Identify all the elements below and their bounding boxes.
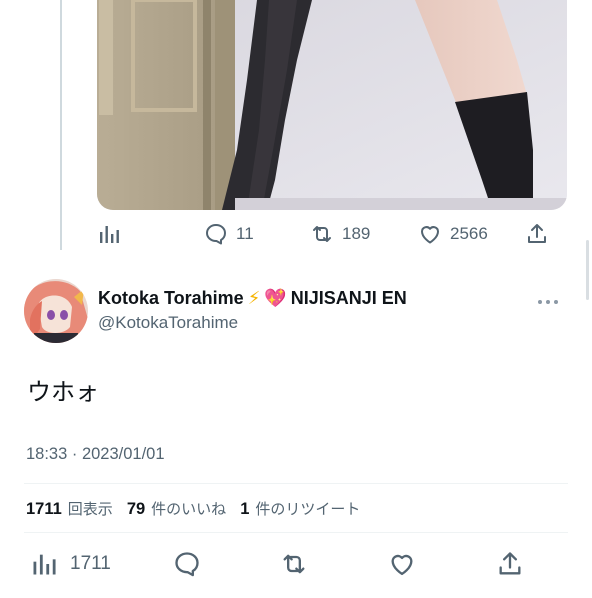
avatar-image xyxy=(24,279,88,343)
tweet-photo[interactable] xyxy=(97,0,567,210)
retweets-count[interactable]: 1 xyxy=(240,500,249,519)
tweet-actions: 1711 xyxy=(30,546,560,582)
tweet-timestamp[interactable]: 18:33 · 2023/01/01 xyxy=(26,445,165,464)
divider xyxy=(24,532,568,533)
share-icon xyxy=(499,552,521,575)
author-name-line[interactable]: Kotoka Torahime ⚡ 💖 NIJISANJI EN xyxy=(98,288,407,309)
retweet-count: 189 xyxy=(342,224,371,243)
divider xyxy=(24,483,568,484)
author-handle[interactable]: @KotokaTorahime xyxy=(98,313,238,333)
retweet-button[interactable]: 189 xyxy=(310,218,370,250)
like-count: 2566 xyxy=(450,224,488,243)
heart-icon xyxy=(391,554,413,576)
sparkling-heart-icon: 💖 xyxy=(264,288,287,308)
likes-label[interactable]: 件のいいね xyxy=(151,498,226,519)
prev-tweet-actions: 11 189 2566 xyxy=(97,218,557,250)
views-button[interactable]: 1711 xyxy=(30,546,111,582)
views-label: 回表示 xyxy=(67,501,113,518)
reply-icon xyxy=(175,552,199,577)
bar-chart-icon xyxy=(100,226,119,243)
views-count: 1711 xyxy=(70,553,111,574)
heart-icon xyxy=(421,226,439,244)
retweet-button[interactable] xyxy=(280,546,308,582)
like-button[interactable] xyxy=(388,546,416,582)
views-button[interactable] xyxy=(97,218,121,250)
lightning-icon: ⚡ xyxy=(247,288,261,308)
bar-chart-icon xyxy=(33,554,56,575)
more-options-icon[interactable] xyxy=(538,297,568,307)
share-button[interactable] xyxy=(496,546,524,582)
likes-count[interactable]: 79 xyxy=(127,500,145,519)
photo-content xyxy=(97,0,567,210)
like-button[interactable]: 2566 xyxy=(418,218,488,250)
reply-count: 11 xyxy=(236,224,254,243)
retweet-icon xyxy=(313,226,331,242)
reply-icon xyxy=(206,224,226,245)
share-button[interactable] xyxy=(525,218,549,250)
reply-button[interactable]: 11 xyxy=(204,218,254,250)
tweet-text: ウホォ xyxy=(27,378,99,406)
retweet-icon xyxy=(283,554,305,574)
avatar[interactable] xyxy=(24,279,88,343)
share-icon xyxy=(528,224,546,243)
tweet-stats: 1711 回表示 79 件のいいね 1 件のリツイート xyxy=(26,498,368,519)
retweets-label[interactable]: 件のリツイート xyxy=(255,498,360,519)
scrollbar[interactable] xyxy=(586,240,589,300)
author-name: Kotoka Torahime xyxy=(98,288,244,308)
thread-connector-line xyxy=(60,0,62,250)
author-affiliation: NIJISANJI EN xyxy=(290,288,407,308)
reply-button[interactable] xyxy=(173,546,201,582)
views-count: 1711 xyxy=(26,500,62,518)
